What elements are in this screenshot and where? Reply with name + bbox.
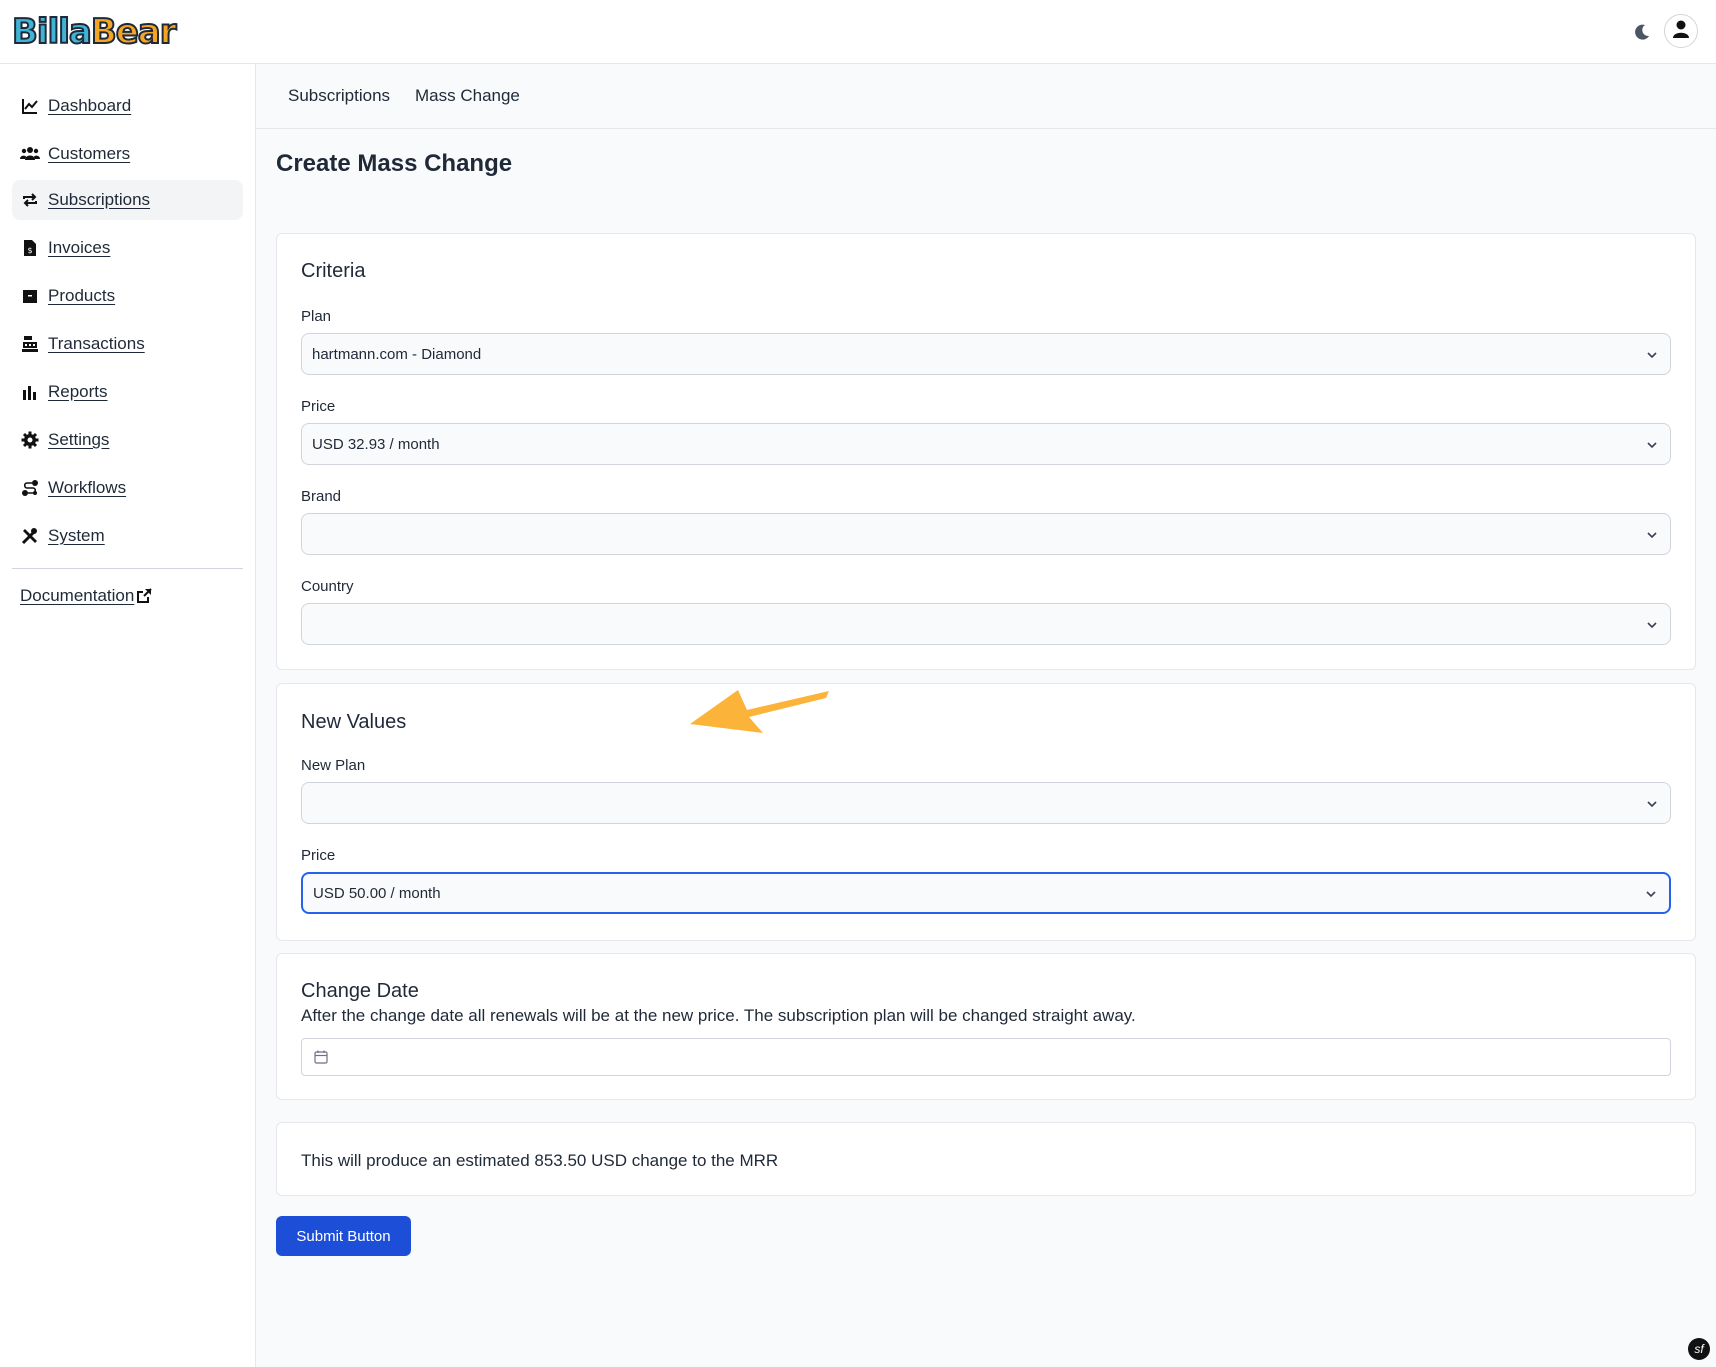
chevron-down-icon: [1646, 618, 1658, 630]
main-content: Subscriptions Mass Change Create Mass Ch…: [256, 64, 1716, 1367]
user-icon: [1671, 19, 1691, 44]
external-link-icon: [136, 588, 153, 604]
bar-chart-icon: [20, 382, 40, 402]
moon-icon[interactable]: [1632, 22, 1652, 42]
svg-text:$: $: [27, 246, 32, 255]
box-icon: [20, 286, 40, 306]
mrr-estimate-text: This will produce an estimated 853.50 US…: [301, 1151, 779, 1170]
calendar-icon: [314, 1050, 328, 1064]
change-date-title: Change Date: [301, 980, 419, 1002]
new-price-label: Price: [301, 847, 336, 864]
new-price-select[interactable]: USD 50.00 / month: [301, 872, 1671, 914]
subnav-mass-change[interactable]: Mass Change: [415, 86, 520, 106]
plan-label: Plan: [301, 308, 332, 325]
billabear-logo[interactable]: BillaBear: [11, 11, 178, 53]
new-values-card: New Values New Plan Price USD 50.00 / mo…: [276, 683, 1696, 941]
sidebar-item-system[interactable]: System: [12, 516, 243, 556]
change-date-card: Change Date After the change date all re…: [276, 953, 1696, 1100]
annotation-arrow: [690, 690, 830, 740]
subnav-subscriptions[interactable]: Subscriptions: [288, 86, 390, 106]
brand-label: Brand: [301, 488, 342, 505]
sidebar-item-dashboard[interactable]: Dashboard: [12, 86, 243, 126]
submit-button[interactable]: Submit Button: [276, 1216, 411, 1256]
change-date-input[interactable]: [301, 1038, 1671, 1076]
criteria-card: Criteria Plan hartmann.com - Diamond Pri…: [276, 233, 1696, 670]
price-select[interactable]: USD 32.93 / month: [301, 423, 1671, 465]
new-plan-select[interactable]: [301, 782, 1671, 824]
sidebar-item-products[interactable]: Products: [12, 276, 243, 316]
sidebar-item-subscriptions[interactable]: Subscriptions: [12, 180, 243, 220]
sidebar-item-reports[interactable]: Reports: [12, 372, 243, 412]
user-avatar[interactable]: [1664, 14, 1698, 48]
chevron-down-icon: [1645, 887, 1657, 899]
workflow-icon: [20, 478, 40, 498]
chevron-down-icon: [1646, 528, 1658, 540]
chevron-down-icon: [1646, 438, 1658, 450]
brand-select[interactable]: [301, 513, 1671, 555]
price-label: Price: [301, 398, 336, 415]
documentation-link[interactable]: Documentation: [20, 586, 153, 606]
tools-icon: [20, 526, 40, 546]
top-bar: BillaBear: [0, 0, 1716, 64]
new-values-title: New Values: [301, 711, 407, 733]
cash-register-icon: [20, 334, 40, 354]
sidebar-item-transactions[interactable]: Transactions: [12, 324, 243, 364]
mrr-estimate-card: This will produce an estimated 853.50 US…: [276, 1122, 1696, 1196]
page-title: Create Mass Change: [276, 150, 513, 177]
users-icon: [20, 144, 40, 164]
sidebar-item-workflows[interactable]: Workflows: [12, 468, 243, 508]
chevron-down-icon: [1646, 797, 1658, 809]
sidebar-divider: [12, 568, 243, 569]
change-date-description: After the change date all renewals will …: [301, 1006, 1136, 1025]
plan-select[interactable]: hartmann.com - Diamond: [301, 333, 1671, 375]
sidebar-item-invoices[interactable]: $ Invoices: [12, 228, 243, 268]
sidebar-item-customers[interactable]: Customers: [12, 134, 243, 174]
new-plan-label: New Plan: [301, 757, 366, 774]
chart-line-icon: [20, 96, 40, 116]
country-label: Country: [301, 578, 354, 595]
repeat-icon: [20, 190, 40, 210]
sidebar-item-settings[interactable]: Settings: [12, 420, 243, 460]
chevron-down-icon: [1646, 348, 1658, 360]
sub-navigation: Subscriptions Mass Change: [256, 64, 1716, 129]
sidebar: Dashboard Customers Subscriptions $ Invo…: [0, 64, 256, 1367]
symfony-badge-icon[interactable]: sf: [1688, 1338, 1710, 1360]
country-select[interactable]: [301, 603, 1671, 645]
gear-icon: [20, 430, 40, 450]
invoice-icon: $: [20, 238, 40, 258]
criteria-title: Criteria: [301, 260, 366, 282]
